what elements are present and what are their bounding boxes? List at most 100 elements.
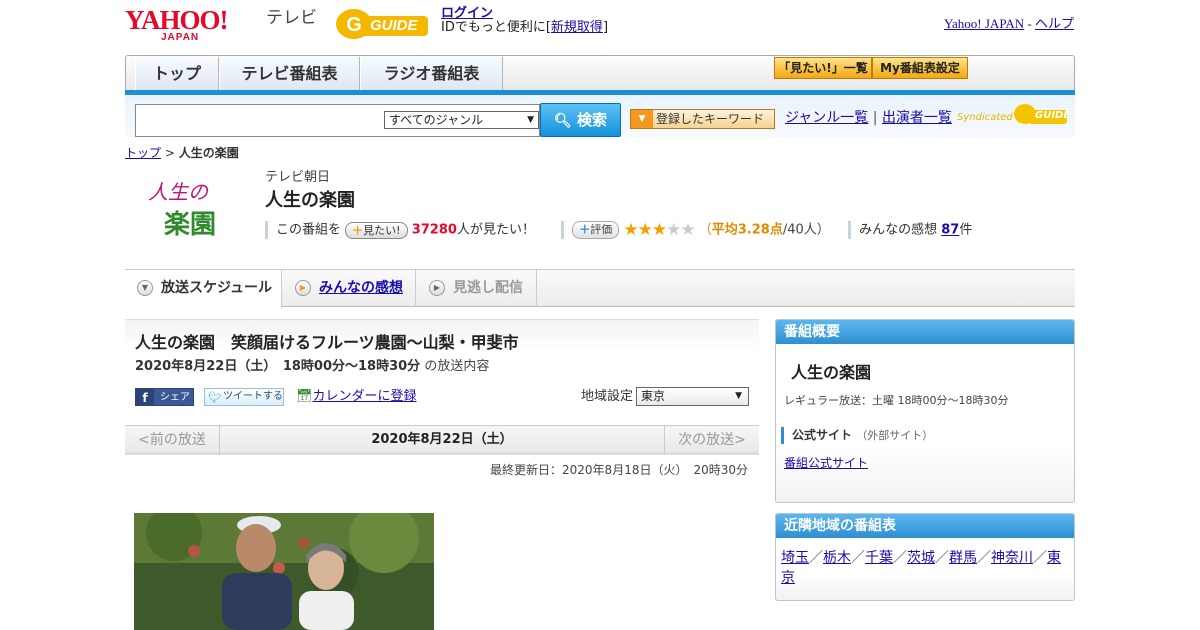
syndicated-label: Syndicated bbox=[957, 112, 1013, 123]
dropdown-arrow-icon: ▼ bbox=[527, 115, 534, 125]
region-separator: ／ bbox=[977, 550, 991, 566]
rating-button[interactable]: ＋評価 bbox=[572, 221, 620, 239]
station-name: テレビ朝日 bbox=[265, 170, 331, 185]
tab-vod-label: 見逃し配信 bbox=[453, 280, 523, 296]
broadcast-date-nav: <前の放送 2020年8月22日（土） 次の放送> bbox=[125, 425, 759, 455]
twitter-bird-icon: 🐦︎ bbox=[208, 391, 222, 404]
reviews-count-link[interactable]: 87 bbox=[941, 223, 959, 238]
search-icon: 🔍︎ bbox=[553, 113, 572, 129]
nearby-regions-header: 近隣地域の番組表 bbox=[776, 514, 1074, 538]
mitai-count: 37280 bbox=[411, 222, 457, 238]
breadcrumb-current: 人生の楽園 bbox=[178, 146, 239, 160]
region-link-ibaraki[interactable]: 茨城 bbox=[907, 550, 935, 566]
official-site-note: （外部サイト） bbox=[856, 429, 934, 442]
calendar-register-link[interactable]: カレンダーに登録 bbox=[313, 389, 417, 404]
next-broadcast-link[interactable]: 次の放送> bbox=[664, 426, 759, 455]
rating-stars: ★★★★★ bbox=[623, 220, 695, 240]
mitai-button[interactable]: ＋見たい! bbox=[345, 221, 408, 239]
tweet-button[interactable]: 🐦︎ ツイートする bbox=[204, 388, 284, 406]
genre-select[interactable]: すべてのジャンル ▼ bbox=[384, 111, 539, 129]
region-separator: ／ bbox=[893, 550, 907, 566]
region-separator: ／ bbox=[935, 550, 949, 566]
gguide-mini-text: GUIDE bbox=[1035, 110, 1071, 121]
top-links: Yahoo! JAPAN - ヘルプ bbox=[944, 16, 1074, 31]
plus-icon: ＋ bbox=[352, 223, 364, 237]
region-link-kanagawa[interactable]: 神奈川 bbox=[991, 550, 1033, 566]
previous-broadcast-link[interactable]: <前の放送 bbox=[125, 426, 220, 455]
genre-links: ジャンル一覧 | 出演者一覧 bbox=[785, 110, 952, 126]
rating-average: 平均3.28点 bbox=[711, 222, 783, 238]
region-link-gunma[interactable]: 群馬 bbox=[949, 550, 977, 566]
current-broadcast-date: 2020年8月22日（土） bbox=[371, 432, 513, 447]
tab-radio-schedule[interactable]: ラジオ番組表 bbox=[360, 57, 503, 90]
episode-datetime: 2020年8月22日（土） 18時00分～18時30分 bbox=[135, 359, 421, 374]
chevron-down-icon: ▼ bbox=[137, 280, 153, 296]
rating-prefix: （ bbox=[698, 222, 712, 238]
region-link-saitama[interactable]: 埼玉 bbox=[781, 550, 809, 566]
episode-photo-image bbox=[134, 513, 434, 630]
login-suffix: ] bbox=[602, 20, 609, 35]
svg-text:G: G bbox=[346, 14, 362, 36]
registered-keywords-button[interactable]: ▼ 登録したキーワード bbox=[630, 109, 775, 129]
nearby-regions-list: 埼玉／栃木／千葉／茨城／群馬／神奈川／東京 bbox=[781, 548, 1069, 588]
tab-tv-schedule[interactable]: テレビ番組表 bbox=[219, 57, 360, 90]
tab-top[interactable]: トップ bbox=[135, 57, 219, 90]
gguide-logo-text: GUIDE bbox=[370, 17, 418, 34]
episode-datetime-suffix: の放送内容 bbox=[424, 359, 490, 374]
region-separator: ／ bbox=[851, 550, 865, 566]
facebook-share-button[interactable]: f シェア bbox=[135, 388, 194, 406]
region-select[interactable]: 東京 ▼ bbox=[636, 387, 749, 406]
official-site-link[interactable]: 番組公式サイト bbox=[784, 455, 868, 471]
program-tabs: ▼ 放送スケジュール ▶ みんなの感想 ▶ 見逃し配信 bbox=[125, 269, 1075, 308]
tweet-label: ツイートする bbox=[223, 391, 283, 402]
program-stats: この番組を ＋見たい! 37280人が見たい！ ＋評価 ★★★★★ （平均3.2… bbox=[265, 220, 972, 240]
breadcrumb-sep: > bbox=[164, 146, 175, 160]
region-separator: ／ bbox=[809, 550, 823, 566]
yahoo-japan-logo[interactable]: YAHOO! JAPAN bbox=[125, 5, 261, 43]
login-link[interactable]: ログイン bbox=[441, 6, 493, 21]
genre-link-separator: | bbox=[872, 110, 878, 126]
breadcrumb: トップ > 人生の楽園 bbox=[125, 146, 239, 160]
tab-reviews[interactable]: ▶ みんなの感想 bbox=[283, 270, 416, 307]
region-selected-value: 東京 bbox=[641, 389, 666, 403]
chevron-down-icon: ▼ bbox=[631, 110, 653, 128]
search-button[interactable]: 🔍︎ 検索 bbox=[540, 103, 621, 137]
program-overview-panel: 番組概要 人生の楽園 レギュラー放送：土曜 18時00分～18時30分 公式サイ… bbox=[775, 319, 1075, 503]
program-title: 人生の楽園 bbox=[265, 190, 355, 211]
this-program-label: この番組を bbox=[276, 222, 342, 238]
plus-icon: ＋ bbox=[579, 223, 591, 236]
reviews-prefix: みんなの感想 bbox=[859, 222, 938, 238]
genre-list-link[interactable]: ジャンル一覧 bbox=[785, 110, 868, 126]
help-link[interactable]: ヘルプ bbox=[1035, 16, 1074, 31]
yahoo-japan-link[interactable]: Yahoo! JAPAN bbox=[944, 16, 1024, 31]
episode-datetime-row: 2020年8月22日（土） 18時00分～18時30分 の放送内容 bbox=[135, 358, 489, 376]
episode-title: 人生の楽園 笑顔届けるフルーツ農園～山梨・甲斐市 bbox=[135, 333, 519, 352]
program-logo-line2: 楽園 bbox=[164, 210, 217, 240]
region-link-chiba[interactable]: 千葉 bbox=[865, 550, 893, 566]
region-link-tochigi[interactable]: 栃木 bbox=[823, 550, 851, 566]
my-schedule-button[interactable]: My番組表設定 bbox=[872, 57, 968, 79]
rating-button-label: 評価 bbox=[590, 223, 613, 236]
reviews-suffix: 件 bbox=[959, 222, 973, 238]
mitai-list-button[interactable]: 「見たい!」一覧 bbox=[774, 57, 872, 79]
episode-photo bbox=[134, 513, 434, 630]
main-nav: トップ テレビ番組表 ラジオ番組表 「見たい!」一覧 My番組表設定 bbox=[125, 55, 1075, 95]
program-overview-header: 番組概要 bbox=[776, 320, 1074, 344]
mitai-button-label: 見たい! bbox=[363, 223, 401, 237]
gguide-logo[interactable]: G GUIDE bbox=[334, 6, 434, 42]
calendar-icon: 📅︎ bbox=[296, 389, 313, 404]
rating-suffix: /40人） bbox=[782, 222, 830, 238]
sidebar-program-title: 人生の楽園 bbox=[791, 363, 872, 382]
divider bbox=[265, 221, 268, 239]
tab-vod[interactable]: ▶ 見逃し配信 bbox=[417, 270, 537, 307]
play-icon: ▶ bbox=[295, 280, 311, 296]
yahoo-logo-sub: JAPAN bbox=[161, 32, 200, 43]
register-link[interactable]: 新規取得 bbox=[551, 20, 603, 35]
tab-schedule[interactable]: ▼ 放送スケジュール bbox=[125, 270, 282, 308]
link-separator: - bbox=[1027, 16, 1032, 31]
play-icon: ▶ bbox=[429, 280, 445, 296]
breadcrumb-top-link[interactable]: トップ bbox=[125, 146, 161, 160]
calendar-register[interactable]: 📅︎カレンダーに登録 bbox=[296, 388, 417, 406]
official-site-label: 公式サイト bbox=[792, 428, 853, 442]
performer-list-link[interactable]: 出演者一覧 bbox=[882, 110, 952, 126]
